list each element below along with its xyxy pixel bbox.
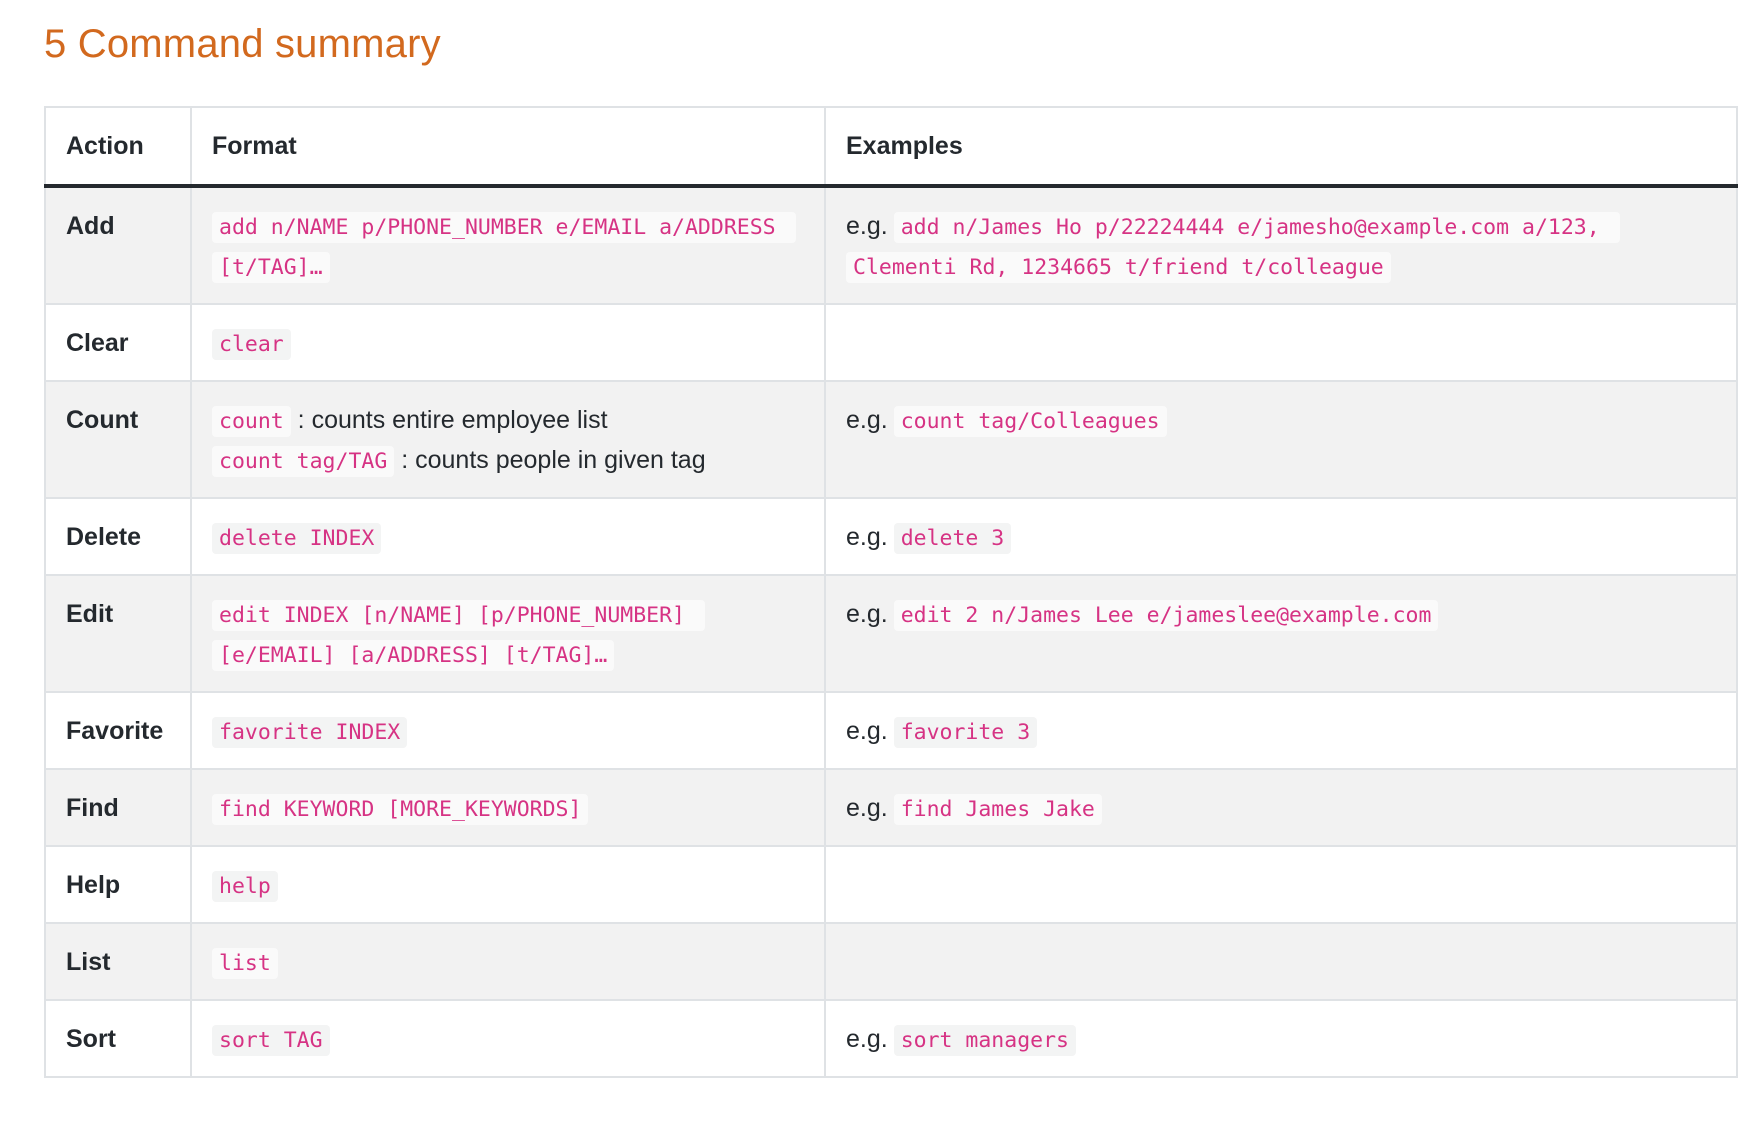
format-sort-code: sort TAG [212, 1025, 330, 1056]
action-add: Add [44, 185, 192, 305]
example-sort-code: sort managers [893, 1025, 1076, 1056]
format-count-code-2: count tag/TAG [212, 446, 395, 477]
format-favorite-code: favorite INDEX [212, 717, 408, 748]
format-cell-list: list [190, 922, 826, 1001]
command-summary-section: 5 Command summary Action Format Examples… [44, 14, 1738, 1078]
table-header-row: Action Format Examples [44, 106, 1738, 188]
table-row-sort: Sort sort TAG e.g. sort managers [44, 999, 1738, 1078]
table-row-find: Find find KEYWORD [MORE_KEYWORDS] e.g. fi… [44, 768, 1738, 847]
example-edit-code: edit 2 n/James Lee e/jameslee@example.co… [893, 600, 1439, 631]
table-row-clear: Clear clear [44, 303, 1738, 382]
example-cell-list [824, 922, 1738, 1001]
eg-prefix: e.g. [846, 600, 888, 628]
action-favorite: Favorite [44, 691, 192, 770]
header-format: Format [190, 106, 826, 188]
table-row-count: Count count : counts entire employee lis… [44, 380, 1738, 499]
header-examples: Examples [824, 106, 1738, 188]
format-cell-clear: clear [190, 303, 826, 382]
example-add-code: add n/James Ho p/22224444 e/jamesho@exam… [846, 212, 1620, 283]
format-count-desc-2: : counts people in given tag [394, 446, 706, 474]
format-cell-favorite: favorite INDEX [190, 691, 826, 770]
action-find: Find [44, 768, 192, 847]
format-delete-code: delete INDEX [212, 523, 382, 554]
format-cell-find: find KEYWORD [MORE_KEYWORDS] [190, 768, 826, 847]
action-list: List [44, 922, 192, 1001]
format-cell-count: count : counts entire employee list coun… [190, 380, 826, 499]
format-clear-code: clear [212, 329, 291, 360]
eg-prefix: e.g. [846, 794, 888, 822]
example-favorite-code: favorite 3 [893, 717, 1038, 748]
example-cell-edit: e.g. edit 2 n/James Lee e/jameslee@exampl… [824, 574, 1738, 693]
table-row-list: List list [44, 922, 1738, 1001]
table-row-favorite: Favorite favorite INDEX e.g. favorite 3 [44, 691, 1738, 770]
example-cell-find: e.g. find James Jake [824, 768, 1738, 847]
format-cell-help: help [190, 845, 826, 924]
format-count-line-2: count tag/TAG : counts people in given t… [212, 441, 804, 481]
format-count-code-1: count [212, 406, 291, 437]
table-row-help: Help help [44, 845, 1738, 924]
eg-prefix: e.g. [846, 717, 888, 745]
example-cell-add: e.g. add n/James Ho p/22224444 e/jamesho@… [824, 185, 1738, 305]
action-help: Help [44, 845, 192, 924]
header-action: Action [44, 106, 192, 188]
format-cell-add: add n/NAME p/PHONE_NUMBER e/EMAIL a/ADDR… [190, 185, 826, 305]
example-cell-count: e.g. count tag/Colleagues [824, 380, 1738, 499]
eg-prefix: e.g. [846, 212, 888, 240]
action-count: Count [44, 380, 192, 499]
table-row-delete: Delete delete INDEX e.g. delete 3 [44, 497, 1738, 576]
format-edit-code: edit INDEX [n/NAME] [p/PHONE_NUMBER] [e/… [212, 600, 705, 671]
action-sort: Sort [44, 999, 192, 1078]
format-find-code: find KEYWORD [MORE_KEYWORDS] [212, 794, 589, 825]
eg-prefix: e.g. [846, 406, 888, 434]
eg-prefix: e.g. [846, 1025, 888, 1053]
example-find-code: find James Jake [893, 794, 1102, 825]
format-help-code: help [212, 871, 278, 902]
eg-prefix: e.g. [846, 523, 888, 551]
action-clear: Clear [44, 303, 192, 382]
example-cell-sort: e.g. sort managers [824, 999, 1738, 1078]
example-cell-clear [824, 303, 1738, 382]
format-count-desc-1: : counts entire employee list [290, 406, 608, 434]
format-count-line-1: count : counts entire employee list [212, 401, 804, 441]
action-edit: Edit [44, 574, 192, 693]
example-delete-code: delete 3 [893, 523, 1012, 554]
table-row-edit: Edit edit INDEX [n/NAME] [p/PHONE_NUMBER… [44, 574, 1738, 693]
action-delete: Delete [44, 497, 192, 576]
example-cell-help [824, 845, 1738, 924]
example-cell-delete: e.g. delete 3 [824, 497, 1738, 576]
format-cell-sort: sort TAG [190, 999, 826, 1078]
example-cell-favorite: e.g. favorite 3 [824, 691, 1738, 770]
format-cell-delete: delete INDEX [190, 497, 826, 576]
format-add-code: add n/NAME p/PHONE_NUMBER e/EMAIL a/ADDR… [212, 212, 796, 283]
example-count-code: count tag/Colleagues [893, 406, 1167, 437]
format-list-code: list [212, 948, 278, 979]
table-row-add: Add add n/NAME p/PHONE_NUMBER e/EMAIL a/… [44, 185, 1738, 305]
format-cell-edit: edit INDEX [n/NAME] [p/PHONE_NUMBER] [e/… [190, 574, 826, 693]
command-summary-table: Action Format Examples Add add n/NAME p/… [44, 106, 1738, 1078]
section-title: 5 Command summary [44, 22, 441, 66]
